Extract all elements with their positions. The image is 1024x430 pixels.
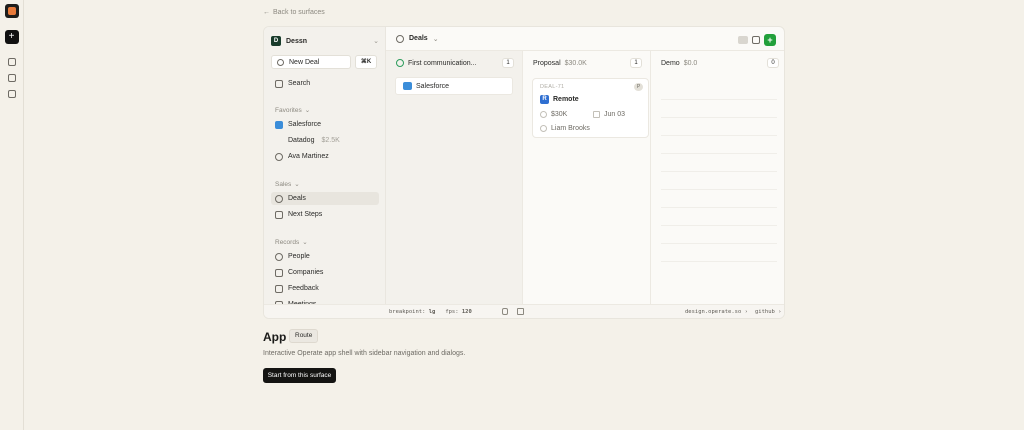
column-count: 1 — [502, 58, 514, 68]
plus-circle-icon — [277, 58, 284, 66]
surface-description: Interactive Operate app shell with sideb… — [263, 350, 466, 357]
app-preview: D Dessn ⌄ New Deal ⌘K Search Favorites ⌄ … — [263, 26, 785, 319]
dollar-icon — [540, 111, 547, 118]
people-icon — [275, 252, 283, 261]
start-from-surface-button[interactable]: Start from this surface — [263, 368, 336, 383]
deals-icon — [396, 34, 404, 43]
deals-icon — [275, 194, 283, 203]
placeholder-line — [661, 225, 777, 226]
building-icon — [275, 268, 283, 277]
placeholder-line — [661, 135, 777, 136]
deals-board: Deals ⌄ + First communication... 1 Sales… — [386, 27, 784, 306]
favorites-section-label[interactable]: Favorites ⌄ — [275, 106, 311, 115]
surface-tag: Route — [289, 329, 319, 343]
sidebar-item-ava-martinez[interactable]: Ava Martinez — [271, 150, 379, 163]
site-link[interactable]: design.operate.so › — [685, 309, 748, 315]
placeholder-line — [661, 171, 777, 172]
placeholder-line — [661, 261, 777, 262]
sidebar: D Dessn ⌄ New Deal ⌘K Search Favorites ⌄ … — [264, 27, 386, 309]
logo-icon — [4, 4, 19, 18]
workspace-avatar: D — [271, 36, 281, 46]
command-menu-button[interactable]: ⌘K — [355, 55, 377, 69]
chevron-down-icon: ⌄ — [294, 181, 300, 188]
add-deal-button[interactable]: + — [764, 34, 776, 46]
deal-date: Jun 03 — [593, 111, 625, 118]
flag-icon[interactable] — [752, 36, 760, 44]
records-section-label[interactable]: Records ⌄ — [275, 238, 308, 247]
sidebar-item-companies[interactable]: Companies — [271, 266, 379, 279]
sidebar-item-salesforce[interactable]: Salesforce — [271, 118, 379, 131]
person-icon — [540, 125, 547, 132]
deal-value: $30K — [540, 111, 567, 118]
column-header: First communication... 1 — [396, 58, 514, 68]
deal-company: R Remote — [540, 95, 579, 104]
chevron-down-icon: ⌄ — [373, 38, 379, 45]
sidebar-item-feedback[interactable]: Feedback — [271, 282, 379, 295]
sidebar-item-datadog[interactable]: Datadog $2.5K — [271, 134, 379, 147]
column-header: Demo $0.0 0 — [661, 58, 779, 68]
deal-card-salesforce[interactable]: Salesforce — [395, 77, 513, 95]
sidebar-item-deals[interactable]: Deals — [271, 192, 379, 205]
components-icon[interactable] — [7, 58, 16, 66]
create-button[interactable]: + — [4, 30, 19, 44]
chevron-down-icon: ⌄ — [302, 239, 308, 246]
pages-icon[interactable] — [7, 74, 16, 82]
chevron-down-icon[interactable]: ⌄ — [433, 35, 439, 43]
placeholder-line — [661, 243, 777, 244]
column-count: 1 — [630, 58, 642, 68]
calendar-icon — [593, 111, 600, 118]
sidebar-item-people[interactable]: People — [271, 250, 379, 263]
checklist-icon — [275, 210, 283, 219]
sidebar-item-next-steps[interactable]: Next Steps — [271, 208, 379, 221]
github-link[interactable]: github › — [755, 309, 782, 315]
back-link[interactable]: ← Back to surfaces — [263, 9, 325, 16]
new-deal-button[interactable]: New Deal — [271, 55, 351, 69]
view-title[interactable]: Deals — [409, 35, 428, 42]
board-toolbar: Deals ⌄ — [386, 27, 784, 51]
app-rail: + — [0, 0, 24, 430]
monitor-icon[interactable] — [7, 90, 16, 98]
flag-icon[interactable] — [517, 308, 524, 315]
megaphone-icon — [275, 284, 283, 293]
board-view-icon[interactable] — [738, 36, 748, 44]
placeholder-line — [661, 99, 777, 100]
datadog-icon — [275, 137, 283, 145]
workspace-switcher[interactable]: D Dessn ⌄ — [271, 35, 379, 47]
chevron-down-icon: ⌄ — [304, 107, 311, 114]
remote-logo-icon: R — [540, 95, 549, 104]
arrow-left-icon: ← — [263, 9, 270, 16]
placeholder-line — [661, 117, 777, 118]
status-circle-icon — [396, 59, 404, 67]
placeholder-line — [661, 207, 777, 208]
workspace-name: Dessn — [286, 37, 308, 45]
column-header: Proposal $30.0K 1 — [533, 58, 642, 68]
salesforce-icon — [403, 82, 412, 90]
deal-card-remote[interactable]: DEAL-71 P R Remote $30K Jun 03 Liam Broo… — [532, 78, 649, 138]
deal-id: DEAL-71 — [540, 84, 565, 90]
status-bar: breakpoint: lg fps: 120 design.operate.s… — [264, 304, 784, 318]
sidebar-item-search[interactable]: Search — [271, 77, 379, 90]
surface-title: App — [263, 330, 287, 344]
column-count: 0 — [767, 58, 779, 68]
search-icon — [275, 79, 283, 88]
column-demo: Demo $0.0 0 — [651, 51, 784, 306]
salesforce-icon — [275, 120, 283, 129]
priority-badge: P — [634, 83, 643, 91]
person-icon — [275, 152, 283, 161]
column-first-communication: First communication... 1 Salesforce — [386, 51, 523, 306]
debug-readout: breakpoint: lg fps: 120 — [389, 309, 472, 315]
toolbar-actions: + — [738, 34, 776, 46]
column-proposal: Proposal $30.0K 1 DEAL-71 P R Remote $30… — [523, 51, 651, 306]
sales-section-label[interactable]: Sales ⌄ — [275, 180, 300, 189]
microphone-icon[interactable] — [502, 308, 508, 315]
placeholder-line — [661, 153, 777, 154]
deal-owner: Liam Brooks — [540, 125, 590, 132]
placeholder-line — [661, 189, 777, 190]
